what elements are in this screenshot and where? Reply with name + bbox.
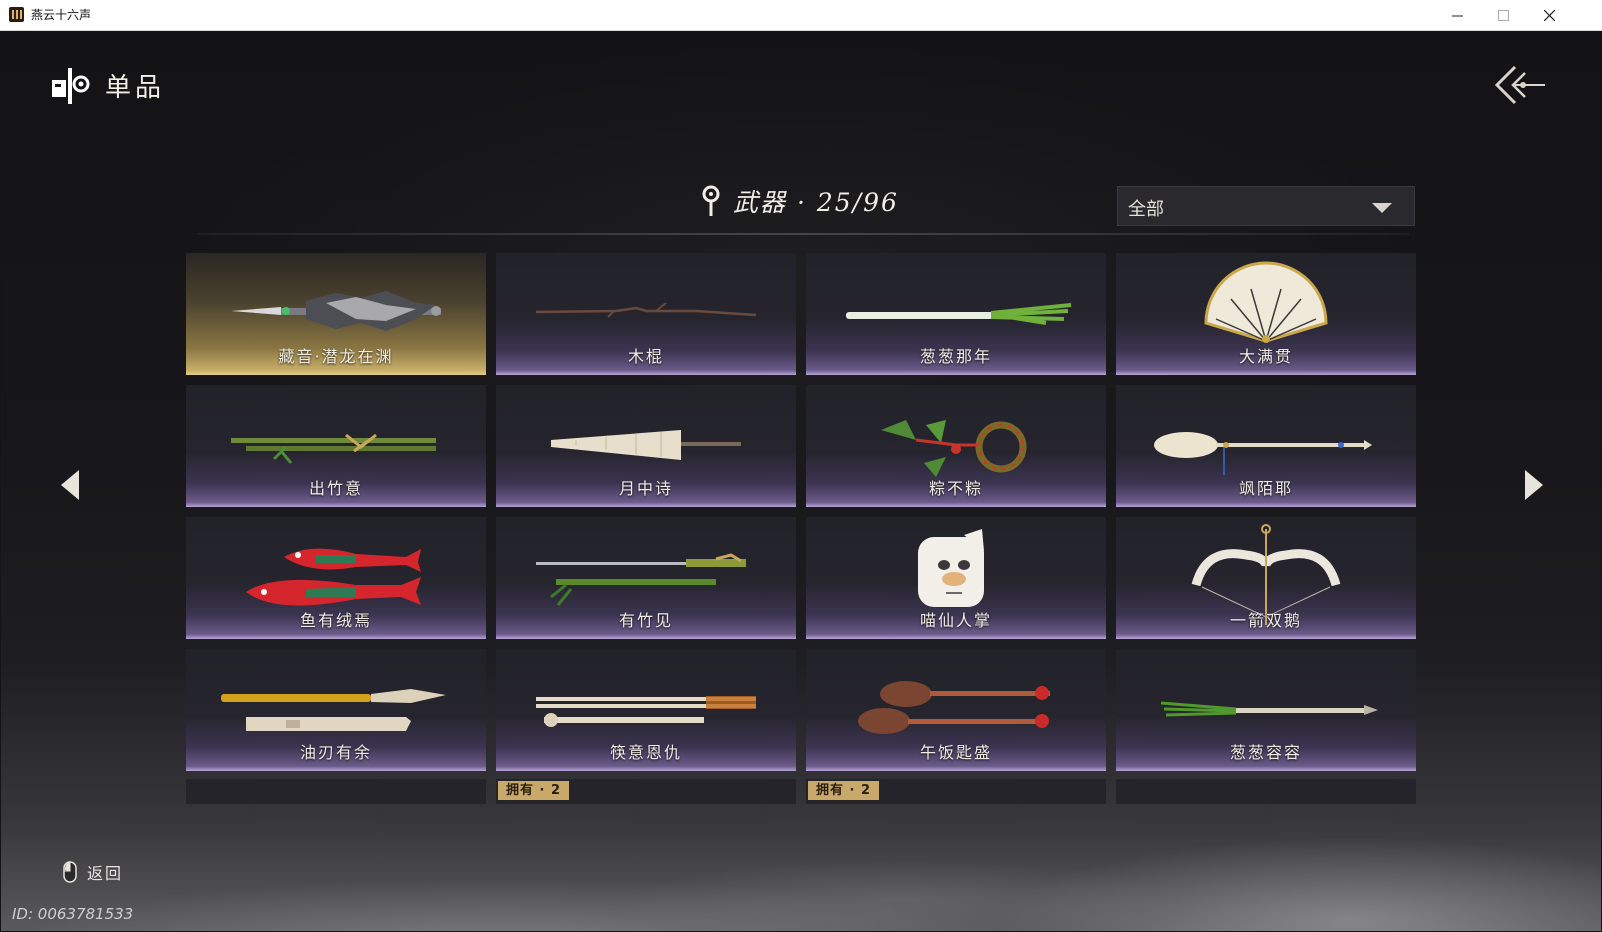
item-name: 粽不粽 xyxy=(928,479,983,498)
owned-badge: 拥有 · 2 xyxy=(498,781,570,800)
back-arrow-icon[interactable] xyxy=(1493,63,1549,107)
item-card-partial[interactable] xyxy=(186,779,486,804)
item-card[interactable]: 筷意恩仇 xyxy=(496,649,796,771)
item-card[interactable]: 月中诗 xyxy=(496,385,796,507)
item-card-partial[interactable]: 拥有 · 2 xyxy=(806,779,1106,804)
item-name: 一箭双鹅 xyxy=(1229,611,1302,630)
category-label: 武器 · 25/96 xyxy=(733,188,899,217)
page-title: 单品 xyxy=(105,72,166,103)
mouse-icon xyxy=(63,861,77,883)
item-card-partial[interactable] xyxy=(1116,779,1416,804)
close-icon xyxy=(1543,9,1555,21)
item-name: 喵仙人掌 xyxy=(919,611,992,630)
item-name: 月中诗 xyxy=(618,479,673,498)
item-name: 飒陌耶 xyxy=(1238,479,1293,498)
item-card[interactable]: 出竹意 xyxy=(186,385,486,507)
owned-badge: 拥有 · 2 xyxy=(808,781,880,800)
partial-item-row: 拥有 · 2 拥有 · 2 xyxy=(186,779,1418,804)
category-heading: 武器 · 25/96 xyxy=(701,183,899,219)
item-name: 鱼有绒焉 xyxy=(299,611,372,630)
location-pin-icon xyxy=(702,185,720,216)
app-icon xyxy=(9,7,24,22)
item-card[interactable]: 一箭双鹅 xyxy=(1116,517,1416,639)
item-name: 有竹见 xyxy=(618,611,673,630)
item-card[interactable]: 午饭匙盛 xyxy=(806,649,1106,771)
item-card[interactable]: 油刃有余 xyxy=(186,649,486,771)
item-card[interactable]: 藏音·潜龙在渊 xyxy=(186,253,486,375)
item-card[interactable]: 葱葱那年 xyxy=(806,253,1106,375)
item-card[interactable]: 有竹见 xyxy=(496,517,796,639)
window-titlebar: 燕云十六声 xyxy=(0,0,1602,31)
item-card[interactable]: 粽不粽 xyxy=(806,385,1106,507)
item-card[interactable]: 飒陌耶 xyxy=(1116,385,1416,507)
item-grid: 藏音·潜龙在渊 木棍 葱葱那年 大满贯 出竹意 月中诗 粽不粽 飒陌耶 鱼有绒焉… xyxy=(186,253,1418,771)
item-card[interactable]: 木棍 xyxy=(496,253,796,375)
item-name: 葱葱那年 xyxy=(919,347,992,366)
window-title: 燕云十六声 xyxy=(31,8,92,22)
collection-icon xyxy=(52,68,90,104)
maximize-icon xyxy=(1497,9,1509,21)
item-name: 大满贯 xyxy=(1238,347,1293,366)
item-card[interactable]: 葱葱容容 xyxy=(1116,649,1416,771)
item-card[interactable]: 鱼有绒焉 xyxy=(186,517,486,639)
item-name: 藏音·潜龙在渊 xyxy=(278,347,394,366)
item-name: 葱葱容容 xyxy=(1229,743,1302,762)
page-header: 单品 xyxy=(49,65,165,105)
user-id: ID: 0063781533 xyxy=(12,905,134,923)
item-name: 午饭匙盛 xyxy=(919,743,992,762)
minimize-button[interactable] xyxy=(1434,0,1480,30)
heading-divider xyxy=(197,233,1409,235)
item-card[interactable]: 喵仙人掌 xyxy=(806,517,1106,639)
triangle-right-icon[interactable] xyxy=(1523,468,1545,502)
triangle-left-icon[interactable] xyxy=(59,468,81,502)
filter-value: 全部 xyxy=(1128,199,1164,220)
back-hint[interactable]: 返回 xyxy=(63,860,123,884)
item-card-partial[interactable]: 拥有 · 2 xyxy=(496,779,796,804)
minimize-icon xyxy=(1451,15,1463,16)
item-card[interactable]: 大满贯 xyxy=(1116,253,1416,375)
close-button[interactable] xyxy=(1526,0,1572,30)
item-name: 木棍 xyxy=(627,347,664,366)
chevron-down-icon xyxy=(1372,203,1392,213)
game-viewport: 单品 武器 · 25/96 全部 藏音·潜龙在渊 木棍 葱葱那年 大满贯 出竹意… xyxy=(1,31,1601,931)
item-name: 出竹意 xyxy=(308,479,363,498)
filter-dropdown[interactable]: 全部 xyxy=(1117,186,1415,226)
maximize-button[interactable] xyxy=(1480,0,1526,30)
item-name: 筷意恩仇 xyxy=(609,743,682,762)
item-name: 油刃有余 xyxy=(299,743,372,762)
back-label: 返回 xyxy=(87,864,124,883)
